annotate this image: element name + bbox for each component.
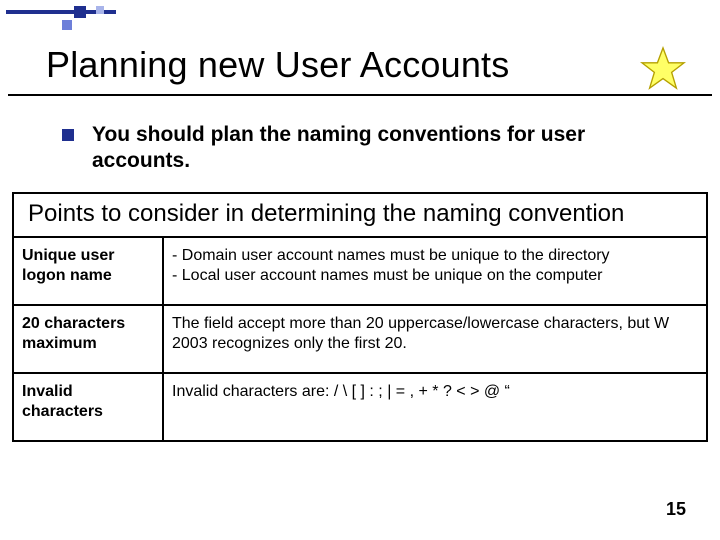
accent-square-dark: [74, 6, 86, 18]
row-text: The field accept more than 20 uppercase/…: [163, 305, 706, 373]
table-row: Invalid characters Invalid characters ar…: [14, 373, 706, 440]
title-underline: [8, 94, 712, 96]
table-row: Unique user logon name - Domain user acc…: [14, 238, 706, 305]
row-label: Unique user logon name: [14, 238, 163, 305]
slide-corner-accent: [6, 6, 116, 40]
slide-title: Planning new User Accounts: [46, 44, 509, 86]
row-label: Invalid characters: [14, 373, 163, 440]
main-bullet: You should plan the naming conventions f…: [62, 122, 680, 175]
accent-square-light: [96, 6, 104, 14]
bullet-text: You should plan the naming conventions f…: [92, 122, 680, 175]
row-label: 20 characters maximum: [14, 305, 163, 373]
points-table: Unique user logon name - Domain user acc…: [14, 238, 706, 440]
row-text: - Domain user account names must be uniq…: [163, 238, 706, 305]
row-text: Invalid characters are: / \ [ ] : ; | = …: [163, 373, 706, 440]
points-header: Points to consider in determining the na…: [14, 194, 706, 238]
star-icon: [640, 46, 686, 92]
table-row: 20 characters maximum The field accept m…: [14, 305, 706, 373]
accent-square-mid: [62, 20, 72, 30]
points-table-container: Points to consider in determining the na…: [12, 192, 708, 442]
bullet-marker: [62, 129, 74, 141]
page-number: 15: [666, 499, 686, 520]
